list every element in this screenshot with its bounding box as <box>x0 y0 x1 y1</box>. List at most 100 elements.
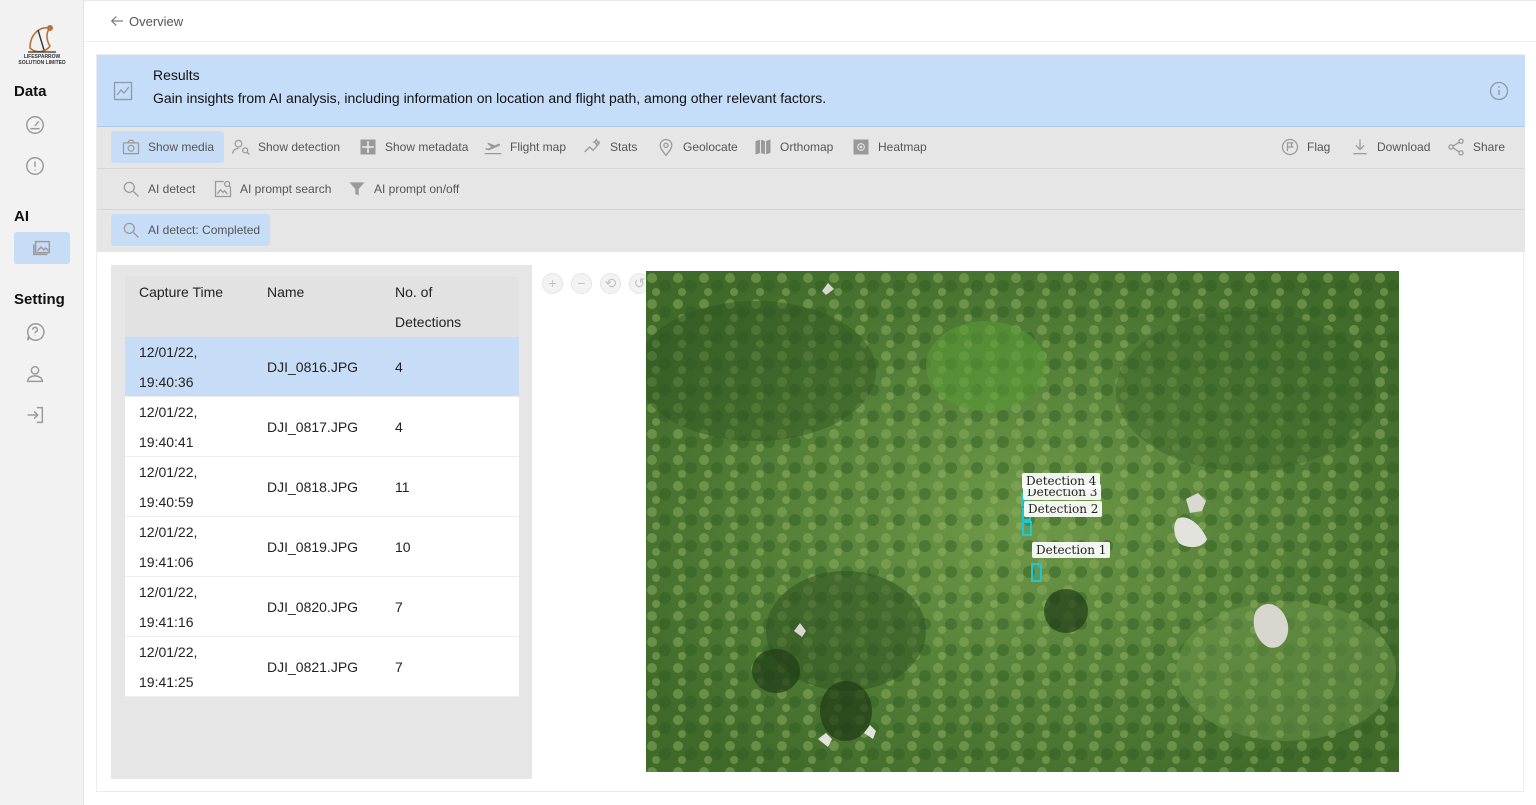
sidebar-item-dashboard[interactable] <box>17 109 53 141</box>
capture-time-cell: 12/01/22, 19:41:06 <box>125 517 253 577</box>
help-icon <box>26 323 45 341</box>
ai-prompt-search-button[interactable]: AI prompt search <box>203 173 341 205</box>
image-search-icon <box>214 180 232 198</box>
header-detections[interactable]: No. of Detections <box>381 277 519 337</box>
name-cell: DJI_0817.JPG <box>267 418 359 435</box>
sidebar-item-help[interactable] <box>17 316 53 348</box>
share-button[interactable]: Share <box>1436 131 1515 163</box>
section-label-ai: AI <box>14 208 29 225</box>
folded-map-icon <box>755 139 771 155</box>
header-detections-line1: No. of <box>395 284 433 300</box>
header-name[interactable]: Name <box>253 277 381 337</box>
rotate-button[interactable]: ⟲ <box>600 273 621 294</box>
detections-cell: 10 <box>395 538 411 555</box>
ai-detect-status-chip[interactable]: AI detect: Completed <box>111 214 271 246</box>
capture-date: 12/01/22, <box>139 343 198 360</box>
capture-time: 19:40:41 <box>139 433 194 450</box>
stats-label: Stats <box>610 140 638 154</box>
aerial-image-viewer[interactable]: Detection 3 Detection 4 Detection 2 Dete… <box>646 271 1399 772</box>
ai-detect-button[interactable]: AI detect <box>111 173 205 205</box>
alert-circle-icon <box>26 157 44 175</box>
top-bar: Overview <box>84 0 1536 42</box>
geolocate-button[interactable]: Geolocate <box>646 131 748 163</box>
header-capture-time[interactable]: Capture Time <box>125 277 253 337</box>
download-icon <box>1353 139 1367 155</box>
zoom-out-button[interactable]: − <box>571 273 592 294</box>
capture-time: 19:40:36 <box>139 373 194 390</box>
camera-icon <box>122 139 140 155</box>
capture-date: 12/01/22, <box>139 463 198 480</box>
search-icon <box>123 181 139 197</box>
zoom-in-button[interactable]: + <box>542 273 563 294</box>
table-header: Capture Time Name No. of Detections <box>125 277 519 337</box>
share-label: Share <box>1473 140 1506 154</box>
section-label-data: Data <box>14 83 47 100</box>
table-row[interactable]: 12/01/22, 19:40:59 DJI_0818.JPG 11 <box>125 457 519 517</box>
share-icon <box>1448 138 1464 156</box>
heatmap-icon <box>853 139 869 155</box>
results-description: Gain insights from AI analysis, includin… <box>153 90 827 106</box>
capture-time-cell: 12/01/22, 19:41:25 <box>125 637 253 697</box>
flag-label: Flag <box>1307 140 1331 154</box>
detections-cell: 4 <box>395 418 403 435</box>
table-row[interactable]: 12/01/22, 19:41:06 DJI_0819.JPG 10 <box>125 517 519 577</box>
download-label: Download <box>1377 140 1431 154</box>
ai-prompt-toggle-label: AI prompt on/off <box>374 182 460 196</box>
sidebar-item-logout[interactable] <box>17 399 53 431</box>
detection-box-2[interactable] <box>1022 521 1032 536</box>
name-cell: DJI_0816.JPG <box>267 358 359 375</box>
arrow-left-icon <box>110 16 123 26</box>
download-button[interactable]: Download <box>1340 131 1440 163</box>
sidebar-item-ai-results[interactable] <box>14 232 70 264</box>
table-row[interactable]: 12/01/22, 19:40:36 DJI_0816.JPG 4 <box>125 337 519 397</box>
capture-time-cell: 12/01/22, 19:40:59 <box>125 457 253 517</box>
section-label-setting: Setting <box>14 291 65 308</box>
image-table: Capture Time Name No. of Detections 12/0… <box>125 277 519 697</box>
sparkline-icon <box>584 138 601 153</box>
name-cell: DJI_0818.JPG <box>267 478 359 495</box>
flag-icon <box>1281 138 1299 156</box>
heatmap-label: Heatmap <box>878 140 927 154</box>
flag-button[interactable]: Flag <box>1270 131 1340 163</box>
results-banner: Results Gain insights from AI analysis, … <box>97 55 1525 127</box>
heatmap-button[interactable]: Heatmap <box>841 131 937 163</box>
capture-time: 19:40:59 <box>139 493 194 510</box>
detections-cell: 7 <box>395 658 403 675</box>
info-icon[interactable] <box>1489 81 1509 101</box>
capture-time: 19:41:16 <box>139 613 194 630</box>
stats-button[interactable]: Stats <box>573 131 647 163</box>
detection-label-4: Detection 4 <box>1022 473 1101 489</box>
show-detection-label: Show detection <box>258 140 341 154</box>
capture-date: 12/01/22, <box>139 583 198 600</box>
back-to-overview-link[interactable]: Overview <box>108 12 183 30</box>
sidebar-item-alerts[interactable] <box>17 150 53 182</box>
orthomap-button[interactable]: Orthomap <box>743 131 843 163</box>
gauge-icon <box>26 116 44 134</box>
table-row[interactable]: 12/01/22, 19:41:16 DJI_0820.JPG 7 <box>125 577 519 637</box>
table-row[interactable]: 12/01/22, 19:40:41 DJI_0817.JPG 4 <box>125 397 519 457</box>
results-title: Results <box>153 67 200 83</box>
ai-prompt-search-label: AI prompt search <box>240 182 332 196</box>
ai-detect-label: AI detect <box>148 182 196 196</box>
sidebar-item-profile[interactable] <box>17 358 53 390</box>
image-zoom-controls: + − ⟲ ↺ <box>542 273 650 294</box>
capture-time: 19:41:06 <box>139 553 194 570</box>
show-detection-button[interactable]: Show detection <box>221 131 350 163</box>
image-gallery-icon <box>33 240 51 256</box>
show-metadata-label: Show metadata <box>385 140 469 154</box>
ai-prompt-toggle-button[interactable]: AI prompt on/off <box>337 173 469 205</box>
table-row[interactable]: 12/01/22, 19:41:25 DJI_0821.JPG 7 <box>125 637 519 697</box>
show-metadata-button[interactable]: Show metadata <box>348 131 478 163</box>
show-media-button[interactable]: Show media <box>111 131 225 163</box>
back-label: Overview <box>129 13 184 29</box>
capture-date: 12/01/22, <box>139 403 198 420</box>
capture-time-cell: 12/01/22, 19:40:41 <box>125 397 253 457</box>
detection-box-1[interactable] <box>1031 563 1042 582</box>
name-cell: DJI_0821.JPG <box>267 658 359 675</box>
geolocate-label: Geolocate <box>683 140 738 154</box>
flight-map-button[interactable]: Flight map <box>473 131 576 163</box>
detections-cell: 4 <box>395 358 403 375</box>
grid-icon <box>360 139 376 155</box>
header-detections-line2: Detections <box>395 314 462 330</box>
capture-date: 12/01/22, <box>139 523 198 540</box>
